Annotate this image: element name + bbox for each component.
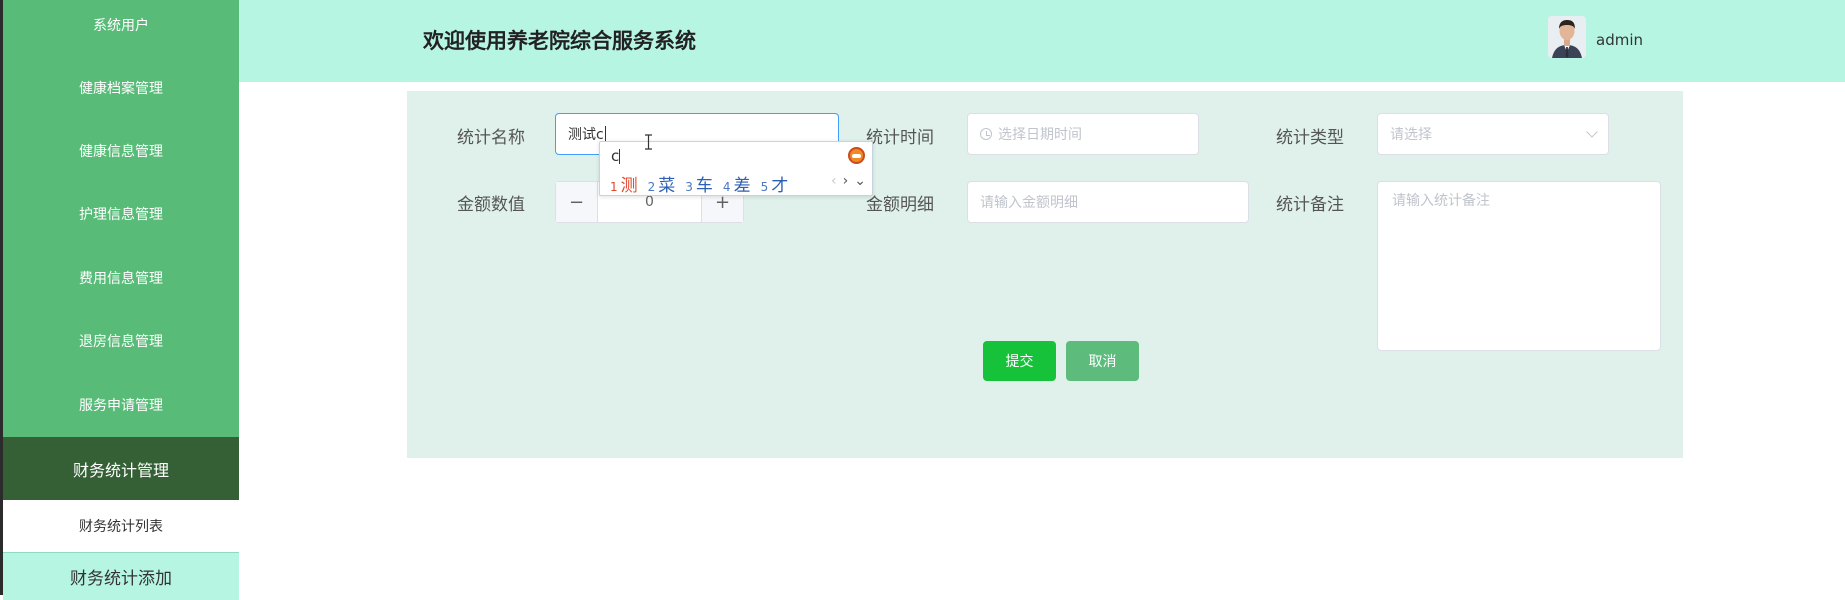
chevron-down-icon	[1586, 126, 1598, 138]
sidebar-item-label: 费用信息管理	[79, 270, 163, 287]
ime-candidate[interactable]: 2菜	[648, 171, 676, 196]
ime-prev-page-icon[interactable]: ‹	[831, 173, 837, 189]
stat-name-label: 统计名称	[457, 128, 525, 148]
sidebar-item-label: 系统用户	[93, 17, 149, 34]
amount-detail-label: 金额明细	[866, 195, 934, 215]
sidebar-item-checkout-info[interactable]: 退房信息管理	[3, 309, 239, 372]
stat-type-placeholder: 请选择	[1390, 127, 1432, 143]
sidebar-subitem-label: 财务统计添加	[70, 569, 172, 589]
sidebar-item-label: 财务统计管理	[72, 460, 169, 480]
submit-button[interactable]: 提交	[983, 341, 1056, 381]
text-caret	[604, 126, 606, 142]
sidebar-item-fee-info[interactable]: 费用信息管理	[3, 246, 239, 309]
avatar[interactable]	[1548, 16, 1586, 58]
sidebar-item-system-users[interactable]: 系统用户	[3, 0, 239, 56]
sidebar-item-label: 健康信息管理	[79, 143, 163, 160]
ime-logo-icon[interactable]	[848, 147, 865, 164]
amount-detail-input[interactable]: 请输入金额明细	[967, 181, 1249, 223]
ime-candidate[interactable]: 4差	[723, 171, 751, 196]
stat-time-label: 统计时间	[866, 128, 934, 148]
ime-candidate-text: 才	[771, 176, 789, 196]
ime-candidate-text: 差	[733, 176, 751, 196]
stat-time-picker[interactable]: 选择日期时间	[967, 113, 1199, 155]
sidebar-item-health-info[interactable]: 健康信息管理	[3, 119, 239, 182]
ime-candidate-list: 1测 2菜 3车 4差 5才	[610, 171, 788, 196]
sidebar-item-nursing-info[interactable]: 护理信息管理	[3, 182, 239, 245]
sidebar-item-finance-stats[interactable]: 财务统计管理	[3, 437, 239, 500]
sidebar-item-label: 服务申请管理	[79, 397, 163, 414]
user-avatar-icon	[1548, 16, 1586, 58]
decrement-button[interactable]: −	[556, 182, 598, 222]
stat-remark-textarea[interactable]	[1377, 181, 1661, 351]
ime-candidate-number: 4	[722, 180, 731, 194]
sidebar: 系统用户 健康档案管理 健康信息管理 护理信息管理 费用信息管理 退房信息管理 …	[0, 0, 239, 600]
sidebar-subitem-finance-add[interactable]: 财务统计添加	[3, 552, 239, 600]
text-caret	[619, 149, 621, 164]
ime-candidate-text: 车	[695, 176, 713, 196]
amount-label: 金额数值	[457, 195, 525, 215]
stat-remark-label: 统计备注	[1276, 195, 1344, 215]
ime-candidate-number: 3	[685, 180, 693, 194]
ime-candidate[interactable]: 5才	[761, 171, 789, 196]
ime-candidate-text: 测	[620, 176, 638, 196]
clock-icon	[980, 128, 992, 140]
sidebar-subitem-label: 财务统计列表	[79, 519, 163, 535]
ime-page-nav: ‹ › ⌄	[831, 173, 866, 189]
ime-candidate-number: 1	[610, 180, 618, 194]
ime-candidate[interactable]: 1测	[610, 171, 638, 196]
page-title: 欢迎使用养老院综合服务系统	[423, 29, 696, 53]
ime-candidate-text: 菜	[658, 176, 676, 196]
amount-detail-placeholder: 请输入金额明细	[980, 195, 1078, 211]
stat-type-label: 统计类型	[1276, 128, 1344, 148]
sidebar-subitem-finance-list[interactable]: 财务统计列表	[3, 500, 239, 552]
stat-time-placeholder: 选择日期时间	[998, 127, 1082, 143]
ime-candidate-popup: c 1测 2菜 3车 4差 5才 ‹ › ⌄	[599, 141, 873, 196]
text-cursor-icon	[645, 134, 652, 150]
sidebar-item-label: 护理信息管理	[79, 206, 163, 223]
ime-candidate-number: 2	[647, 180, 656, 194]
sidebar-item-label: 退房信息管理	[79, 333, 163, 350]
sidebar-item-service-requests[interactable]: 服务申请管理	[3, 373, 239, 436]
sidebar-item-label: 健康档案管理	[79, 80, 163, 97]
header: 欢迎使用养老院综合服务系统 admin	[239, 0, 1845, 82]
ime-candidate-number: 5	[760, 180, 769, 194]
ime-next-page-icon[interactable]: ›	[843, 173, 849, 189]
ime-composition-text: c	[611, 147, 620, 165]
username[interactable]: admin	[1596, 31, 1643, 49]
sidebar-item-health-records[interactable]: 健康档案管理	[3, 56, 239, 119]
stat-type-select[interactable]: 请选择	[1377, 113, 1609, 155]
ime-expand-icon[interactable]: ⌄	[854, 173, 866, 189]
ime-composition: c	[611, 147, 621, 165]
ime-candidate[interactable]: 3车	[685, 171, 713, 196]
cancel-button[interactable]: 取消	[1066, 341, 1139, 381]
